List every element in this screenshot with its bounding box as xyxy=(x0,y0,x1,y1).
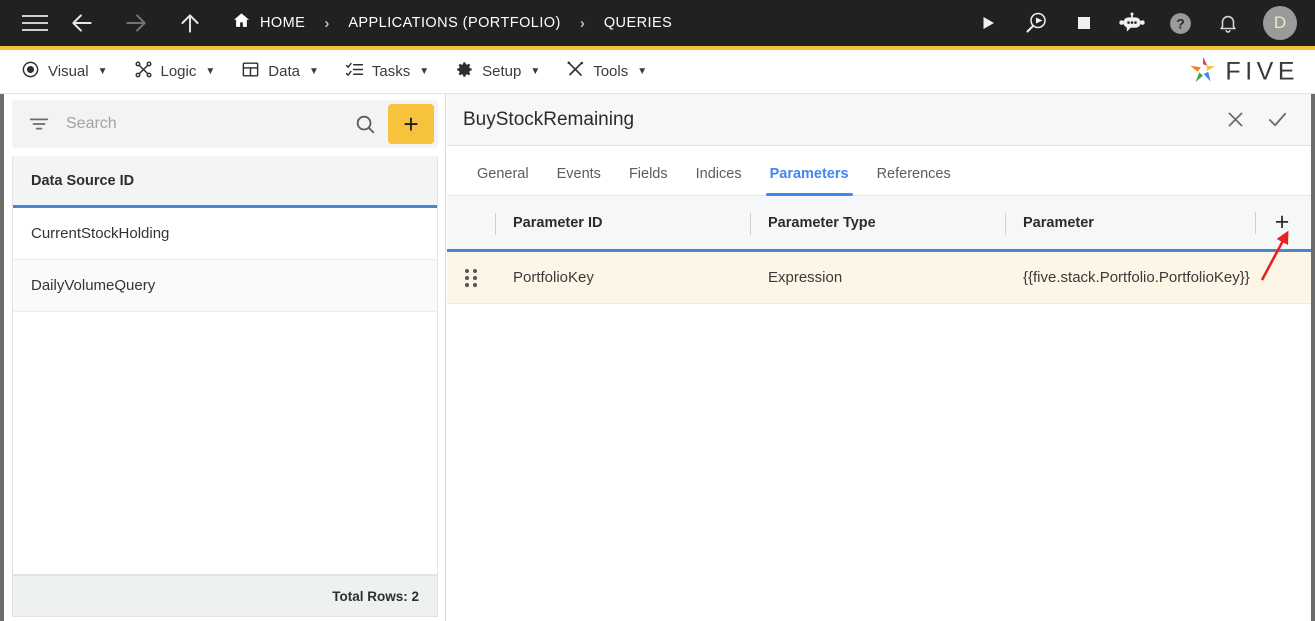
cell-parameter[interactable]: {{five.stack.Portfolio.PortfolioKey}} xyxy=(1005,252,1255,303)
total-rows-label: Total Rows: 2 xyxy=(332,588,419,604)
menu-label-setup: Setup xyxy=(482,63,522,80)
menu-label-data: Data xyxy=(268,63,300,80)
tab-general[interactable]: General xyxy=(463,166,543,195)
tab-events[interactable]: Events xyxy=(543,166,615,195)
sidebar-panel: + Data Source ID CurrentStockHolding Dai… xyxy=(4,94,446,621)
debug-icon[interactable] xyxy=(1021,8,1051,38)
tab-parameters[interactable]: Parameters xyxy=(756,166,863,196)
breadcrumb-separator: › xyxy=(579,14,585,32)
panel-header-actions xyxy=(1219,104,1293,136)
column-header-parameter-id[interactable]: Parameter ID xyxy=(495,196,750,249)
column-header-parameter-type[interactable]: Parameter Type xyxy=(750,196,1005,249)
menu-item-data[interactable]: Data ▼ xyxy=(228,50,332,94)
breadcrumb-label-queries: QUERIES xyxy=(603,15,673,31)
arrow-up-icon[interactable] xyxy=(170,3,210,43)
breadcrumb-separator: › xyxy=(324,14,330,32)
table-row[interactable]: PortfolioKey Expression {{five.stack.Por… xyxy=(447,252,1311,304)
main-panel: BuyStockRemaining General Events Fields … xyxy=(447,94,1311,621)
svg-text:?: ? xyxy=(1176,15,1185,31)
tools-icon xyxy=(566,60,585,83)
chevron-down-icon: ▼ xyxy=(308,66,319,77)
chevron-down-icon: ▼ xyxy=(419,66,430,77)
menu-item-tasks[interactable]: Tasks ▼ xyxy=(332,50,442,94)
search-input[interactable] xyxy=(66,115,354,133)
list-item[interactable]: CurrentStockHolding xyxy=(13,208,437,260)
tasks-icon xyxy=(345,60,364,83)
table-icon xyxy=(241,60,260,83)
menu-item-tools[interactable]: Tools ▼ xyxy=(553,50,660,94)
breadcrumb-item-queries[interactable]: QUERIES xyxy=(604,15,672,31)
tab-references[interactable]: References xyxy=(863,166,965,195)
menu-label-logic: Logic xyxy=(160,63,197,80)
menu-label-tasks: Tasks xyxy=(371,63,411,80)
tab-strip: General Events Fields Indices Parameters… xyxy=(447,146,1311,196)
column-header-label: Parameter ID xyxy=(513,214,603,231)
page-title: BuyStockRemaining xyxy=(463,108,635,130)
brand-logo: FIVE xyxy=(1188,54,1299,89)
tab-fields[interactable]: Fields xyxy=(615,166,682,195)
add-parameter-button[interactable]: + xyxy=(1255,208,1297,238)
tab-indices[interactable]: Indices xyxy=(682,166,756,195)
data-source-name: CurrentStockHolding xyxy=(31,225,170,242)
arrow-right-icon[interactable] xyxy=(116,3,156,43)
hamburger-icon[interactable] xyxy=(22,14,48,32)
bot-icon[interactable] xyxy=(1117,8,1147,38)
column-header-data-source-id[interactable]: Data Source ID xyxy=(31,173,134,189)
topbar-actions: ? D xyxy=(973,0,1297,46)
top-navigation-bar: HOME › APPLICATIONS (PORTFOLIO) › QUERIE… xyxy=(0,0,1315,46)
cell-parameter-type[interactable]: Expression xyxy=(750,252,1005,303)
arrow-left-icon[interactable] xyxy=(62,3,102,43)
close-icon[interactable] xyxy=(1219,104,1251,136)
five-star-logo xyxy=(1188,54,1218,89)
menu-label-tools: Tools xyxy=(593,63,629,80)
cell-value: Expression xyxy=(768,269,843,286)
column-header-parameter[interactable]: Parameter xyxy=(1005,196,1255,249)
window-edge-right xyxy=(1311,94,1315,621)
panel-header: BuyStockRemaining xyxy=(447,94,1311,146)
parameters-grid-header: Parameter ID Parameter Type Parameter + xyxy=(447,196,1311,252)
logic-icon xyxy=(134,60,153,83)
stop-icon[interactable] xyxy=(1069,8,1099,38)
menu-item-logic[interactable]: Logic ▼ xyxy=(121,50,229,94)
cell-value: PortfolioKey xyxy=(513,269,594,286)
data-source-table: Data Source ID CurrentStockHolding Daily… xyxy=(12,156,438,575)
chevron-down-icon: ▼ xyxy=(530,66,541,77)
application-menu-bar: Visual ▼ Logic ▼ Data ▼ Tasks ▼ Setup ▼ … xyxy=(0,50,1315,94)
total-rows-bar: Total Rows: 2 xyxy=(12,575,438,617)
home-icon xyxy=(232,11,251,35)
help-icon[interactable]: ? xyxy=(1165,8,1195,38)
breadcrumb-label-applications: APPLICATIONS (PORTFOLIO) xyxy=(348,15,561,31)
add-data-source-button[interactable]: + xyxy=(388,104,434,144)
column-header-label: Parameter Type xyxy=(768,214,876,231)
chevron-down-icon: ▼ xyxy=(97,66,108,77)
menu-item-visual[interactable]: Visual ▼ xyxy=(8,50,121,94)
search-icon[interactable] xyxy=(354,113,376,135)
menu-item-setup[interactable]: Setup ▼ xyxy=(442,50,553,94)
eye-icon xyxy=(21,60,40,83)
column-header-label: Parameter xyxy=(1023,214,1094,231)
run-icon[interactable] xyxy=(973,8,1003,38)
cell-value: {{five.stack.Portfolio.PortfolioKey}} xyxy=(1023,269,1250,286)
drag-handle-icon[interactable] xyxy=(447,268,495,287)
app-window: HOME › APPLICATIONS (PORTFOLIO) › QUERIE… xyxy=(0,0,1315,621)
chevron-down-icon: ▼ xyxy=(205,66,216,77)
search-bar: + xyxy=(12,100,438,148)
table-header-row: Data Source ID xyxy=(13,156,437,208)
chevron-down-icon: ▼ xyxy=(637,66,648,77)
list-item[interactable]: DailyVolumeQuery xyxy=(13,260,437,312)
cell-parameter-id[interactable]: PortfolioKey xyxy=(495,252,750,303)
breadcrumb-item-applications[interactable]: APPLICATIONS (PORTFOLIO) xyxy=(348,15,561,31)
filter-icon[interactable] xyxy=(28,113,50,135)
gear-icon xyxy=(455,60,474,83)
data-source-name: DailyVolumeQuery xyxy=(31,277,156,294)
breadcrumb-item-home[interactable]: HOME xyxy=(232,11,305,35)
check-icon[interactable] xyxy=(1261,104,1293,136)
brand-word: FIVE xyxy=(1225,57,1299,85)
breadcrumb-label-home: HOME xyxy=(260,15,306,31)
bell-icon[interactable] xyxy=(1213,8,1243,38)
avatar[interactable]: D xyxy=(1263,6,1297,40)
menu-label-visual: Visual xyxy=(48,63,89,80)
